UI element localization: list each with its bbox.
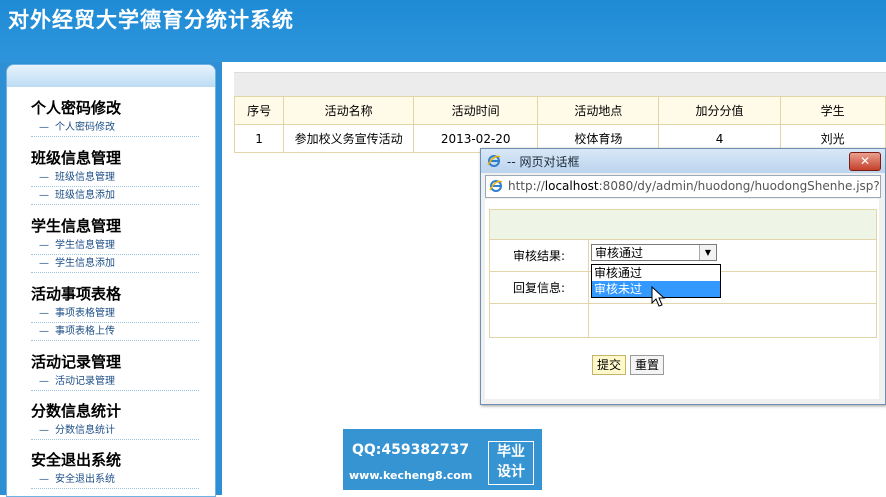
col-header: 活动地点 <box>537 96 660 125</box>
menu-head: 个人密码修改 <box>31 99 122 117</box>
dialog-title: -- 网页对话框 <box>507 155 580 169</box>
chevron-down-icon[interactable]: ▼ <box>699 245 716 260</box>
table-toolbar <box>234 72 886 97</box>
col-header: 活动时间 <box>413 96 539 125</box>
sidebar-item-student-add[interactable]: — 学生信息添加 <box>31 255 199 273</box>
form-header <box>489 209 877 240</box>
watermark-tag-line: 毕业 <box>497 444 525 460</box>
activity-table: 序号 活动名称 活动时间 活动地点 加分分值 学生 1 参加校义务宣传活动 20… <box>233 96 886 153</box>
sidebar-cap <box>7 65 215 87</box>
watermark-tag: 毕业 设计 <box>488 441 534 485</box>
menu-head: 学生信息管理 <box>31 217 122 235</box>
app-header: 对外经贸大学德育分统计系统 <box>0 0 886 62</box>
empty-cell <box>489 303 589 338</box>
col-header: 序号 <box>233 96 285 125</box>
dialog-content: 审核结果: 回复信息: 提交 重置 <box>485 199 879 399</box>
watermark: QQ:459382737 www.kecheng8.com 毕业 设计 <box>343 429 542 490</box>
address-bar[interactable]: http://localhost:8080/dy/admin/huodong/h… <box>485 175 881 198</box>
sidebar-item-logout[interactable]: — 安全退出系统 <box>31 471 199 489</box>
mouse-cursor-icon <box>651 286 666 307</box>
reset-button[interactable]: 重置 <box>630 355 665 375</box>
sidebar-item-student-manage[interactable]: — 学生信息管理 <box>31 237 199 255</box>
select-option[interactable]: 审核通过 <box>592 265 720 281</box>
result-label: 审核结果: <box>489 239 589 272</box>
menu-head: 活动事项表格 <box>31 285 122 303</box>
app-title: 对外经贸大学德育分统计系统 <box>8 7 294 32</box>
watermark-tag-line: 设计 <box>497 464 525 480</box>
menu-head: 班级信息管理 <box>31 149 122 167</box>
sidebar-item-class-add[interactable]: — 班级信息添加 <box>31 187 199 205</box>
close-button[interactable]: ✕ <box>849 152 881 171</box>
col-header: 加分分值 <box>658 96 781 125</box>
sidebar-item-record-manage[interactable]: — 活动记录管理 <box>31 373 199 391</box>
sidebar-item-form-upload[interactable]: — 事项表格上传 <box>31 323 199 341</box>
sidebar-item-password[interactable]: — 个人密码修改 <box>31 119 199 137</box>
menu-group-student: 学生信息管理 — 学生信息管理 — 学生信息添加 <box>31 215 199 273</box>
table-header-row: 序号 活动名称 活动时间 活动地点 加分分值 学生 <box>233 96 886 125</box>
close-icon: ✕ <box>859 154 871 168</box>
dialog-titlebar[interactable]: -- 网页对话框 ✕ <box>481 149 885 173</box>
sidebar: 个人密码修改 — 个人密码修改 班级信息管理 — 班级信息管理 — 班级信息添加 学生… <box>6 64 216 497</box>
menu-group-class: 班级信息管理 — 班级信息管理 — 班级信息添加 <box>31 147 199 205</box>
ie-icon <box>487 155 501 167</box>
submit-button[interactable]: 提交 <box>592 355 627 375</box>
page-icon <box>489 180 503 192</box>
menu-group-score: 分数信息统计 — 分数信息统计 <box>31 400 199 440</box>
watermark-qq: QQ:459382737 <box>352 442 470 458</box>
table-cell: 参加校义务宣传活动 <box>283 124 415 153</box>
col-header: 学生 <box>779 96 886 125</box>
menu-group-activity-record: 活动记录管理 — 活动记录管理 <box>31 351 199 391</box>
watermark-site: www.kecheng8.com <box>349 469 473 482</box>
reply-label: 回复信息: <box>489 271 589 304</box>
menu-head: 分数信息统计 <box>31 402 122 420</box>
button-cell <box>588 303 877 338</box>
col-header: 活动名称 <box>283 96 415 125</box>
address-url: http://localhost:8080/dy/admin/huodong/h… <box>508 179 881 193</box>
menu-group-activity-form: 活动事项表格 — 事项表格管理 — 事项表格上传 <box>31 283 199 341</box>
menu-head: 安全退出系统 <box>31 451 122 469</box>
menu-group-password: 个人密码修改 — 个人密码修改 <box>31 97 199 137</box>
sidebar-item-score-stats[interactable]: — 分数信息统计 <box>31 422 199 440</box>
menu-head: 活动记录管理 <box>31 353 122 371</box>
sidebar-item-class-manage[interactable]: — 班级信息管理 <box>31 169 199 187</box>
review-result-select[interactable]: 审核通过 ▼ <box>591 244 717 261</box>
sidebar-item-form-manage[interactable]: — 事项表格管理 <box>31 305 199 323</box>
table-cell: 1 <box>233 124 285 153</box>
menu-group-logout: 安全退出系统 — 安全退出系统 <box>31 449 199 489</box>
select-value: 审核通过 <box>595 246 644 260</box>
